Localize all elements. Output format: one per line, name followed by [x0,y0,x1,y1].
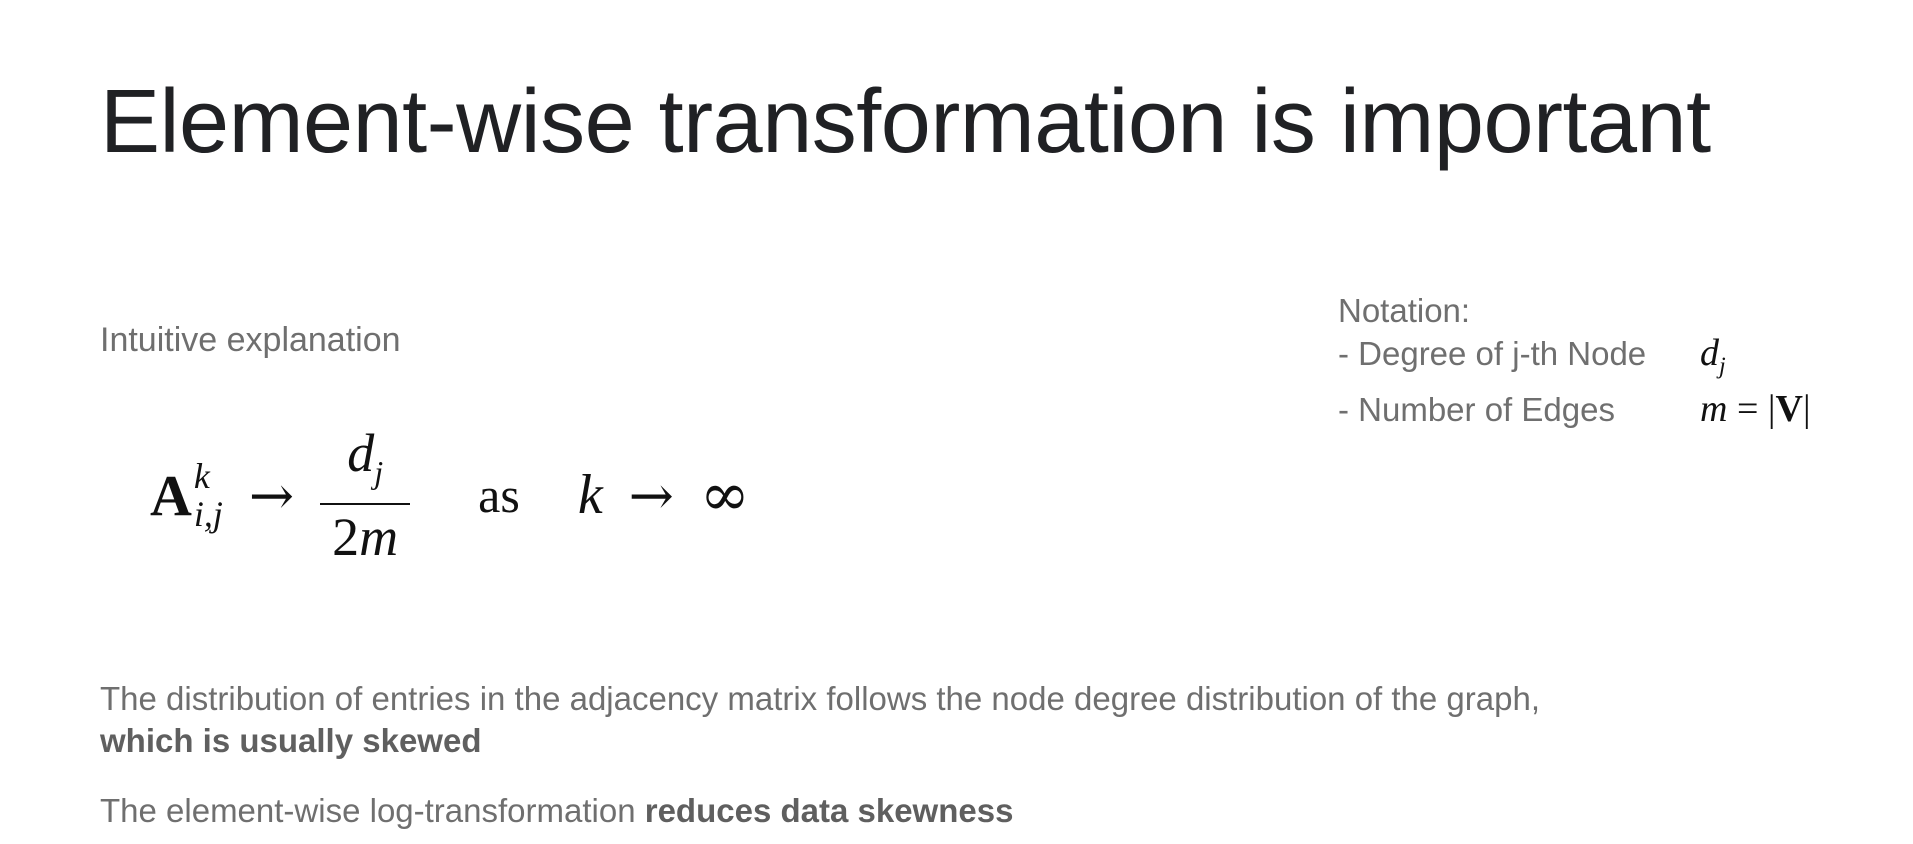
notation-label-edges: - Number of Edges [1338,390,1615,428]
slide-title: Element-wise transformation is important [100,72,1711,172]
degree-symbol: d [1700,332,1719,374]
limit-var: k [577,464,603,526]
notation-symbol-degree: dj [1700,332,1726,388]
notation-row-degree: - Degree of j-th Node dj [1338,332,1811,388]
paragraph-distribution-text: The distribution of entries in the adjac… [100,680,1540,717]
limit-arrow: → [628,463,674,527]
arrow-symbol: → [248,463,295,527]
notation-box: Notation: - Degree of j-th Node dj - Num… [1338,290,1811,431]
notation-header: Notation: [1338,292,1471,329]
fraction-bar [320,503,411,506]
slide: Element-wise transformation is important… [0,0,1913,844]
subtitle: Intuitive explanation [100,321,401,359]
notation-symbol-edges: m = |V| [1700,388,1811,430]
as-word: as [478,467,520,523]
matrix-symbol: A [150,462,192,528]
notation-label-degree: - Degree of j-th Node [1338,335,1647,372]
paragraph-distribution: The distribution of entries in the adjac… [100,678,1540,762]
fraction-denominator: 2m [332,507,398,567]
matrix-subscript: i,j [193,494,223,534]
infinity-symbol: ∞ [699,460,750,530]
paragraph-distribution-bold: which is usually skewed [100,722,482,759]
denominator-var: m [359,507,399,568]
paragraph-log-transform-text: The element-wise log-transformation [100,792,645,829]
numerator-var: d [347,422,375,483]
degree-symbol-sub: j [1719,353,1726,380]
paragraph-log-transform: The element-wise log-transformation redu… [100,790,1013,832]
paragraph-log-transform-bold: reduces data skewness [644,792,1014,829]
edges-eq: = | [1727,387,1776,430]
denominator-coeff: 2 [332,507,360,568]
fraction: dj 2m [320,423,411,567]
edges-symbol: m [1700,387,1728,430]
limit-formula: A k i,j → dj 2m as k → ∞ [150,420,750,570]
vertex-set-symbol: V [1775,387,1803,430]
edges-end: | [1802,387,1811,430]
matrix-superscript: k [193,456,210,496]
numerator-sub: j [374,453,384,490]
matrix-indices: k i,j [194,458,223,532]
fraction-numerator: dj [339,423,391,502]
notation-row-edges: - Number of Edges m = |V| [1338,388,1811,431]
